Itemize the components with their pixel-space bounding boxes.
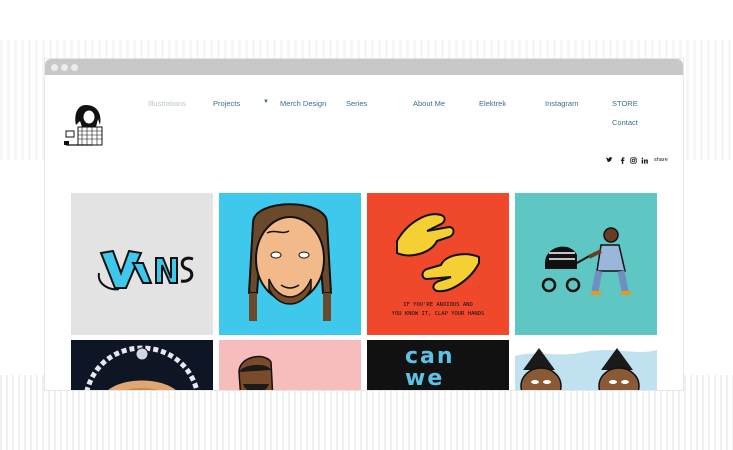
gallery-tile-chain[interactable] [71,340,213,390]
gallery-tile-drake[interactable] [219,340,361,390]
gallery-tile-twins[interactable] [515,340,657,390]
nav-elektrek[interactable]: Elektrek [479,99,506,108]
linkedin-icon[interactable] [641,157,648,164]
nav-series[interactable]: Series [346,99,367,108]
instagram-icon[interactable] [630,157,637,164]
window-dot-close[interactable] [51,64,58,71]
nav-merch-design[interactable]: Merch Design [280,99,326,108]
nav-contact[interactable]: Contact [612,118,638,127]
twins-illustration [515,340,657,390]
gallery-tile-stroller[interactable] [515,193,657,335]
post-malone-illustration [219,193,361,335]
can-we-go-text: can we go [405,344,455,391]
tile-caption-line1: IF YOU'RE ANXIOUS AND [403,302,473,308]
drake-illustration [219,340,361,390]
tile-caption-line2: YOU KNOW IT, CLAP YOUR HANDS [391,311,485,317]
chain-illustration [71,340,213,390]
social-bar: share [606,157,676,167]
nav-illustrations[interactable]: Illustrations [148,99,186,108]
nav-about-me[interactable]: About Me [413,99,445,108]
vans-illustration [71,193,213,335]
window-dot-maximize[interactable] [71,64,78,71]
twitter-icon[interactable] [606,157,613,164]
nav-instagram[interactable]: Instagram [545,99,578,108]
gallery-tile-post-malone[interactable] [219,193,361,335]
website-content: Illustrations Projects ▼ Merch Design Se… [45,75,683,390]
gallery-tile-vans[interactable] [71,193,213,335]
share-label[interactable]: share [654,157,668,163]
nav-store[interactable]: STORE [612,99,638,108]
caret-down-icon[interactable]: ▼ [263,99,269,105]
stroller-illustration [515,193,657,335]
artist-logo[interactable] [62,97,114,149]
facebook-icon[interactable] [619,157,626,164]
window-dot-minimize[interactable] [61,64,68,71]
gallery-tile-can-we-go[interactable]: can we go [367,340,509,390]
browser-titlebar [45,59,683,75]
nav-projects[interactable]: Projects [213,99,240,108]
browser-window: Illustrations Projects ▼ Merch Design Se… [45,59,683,390]
gallery-tile-clap-hands[interactable]: IF YOU'RE ANXIOUS AND YOU KNOW IT, CLAP … [367,193,509,335]
